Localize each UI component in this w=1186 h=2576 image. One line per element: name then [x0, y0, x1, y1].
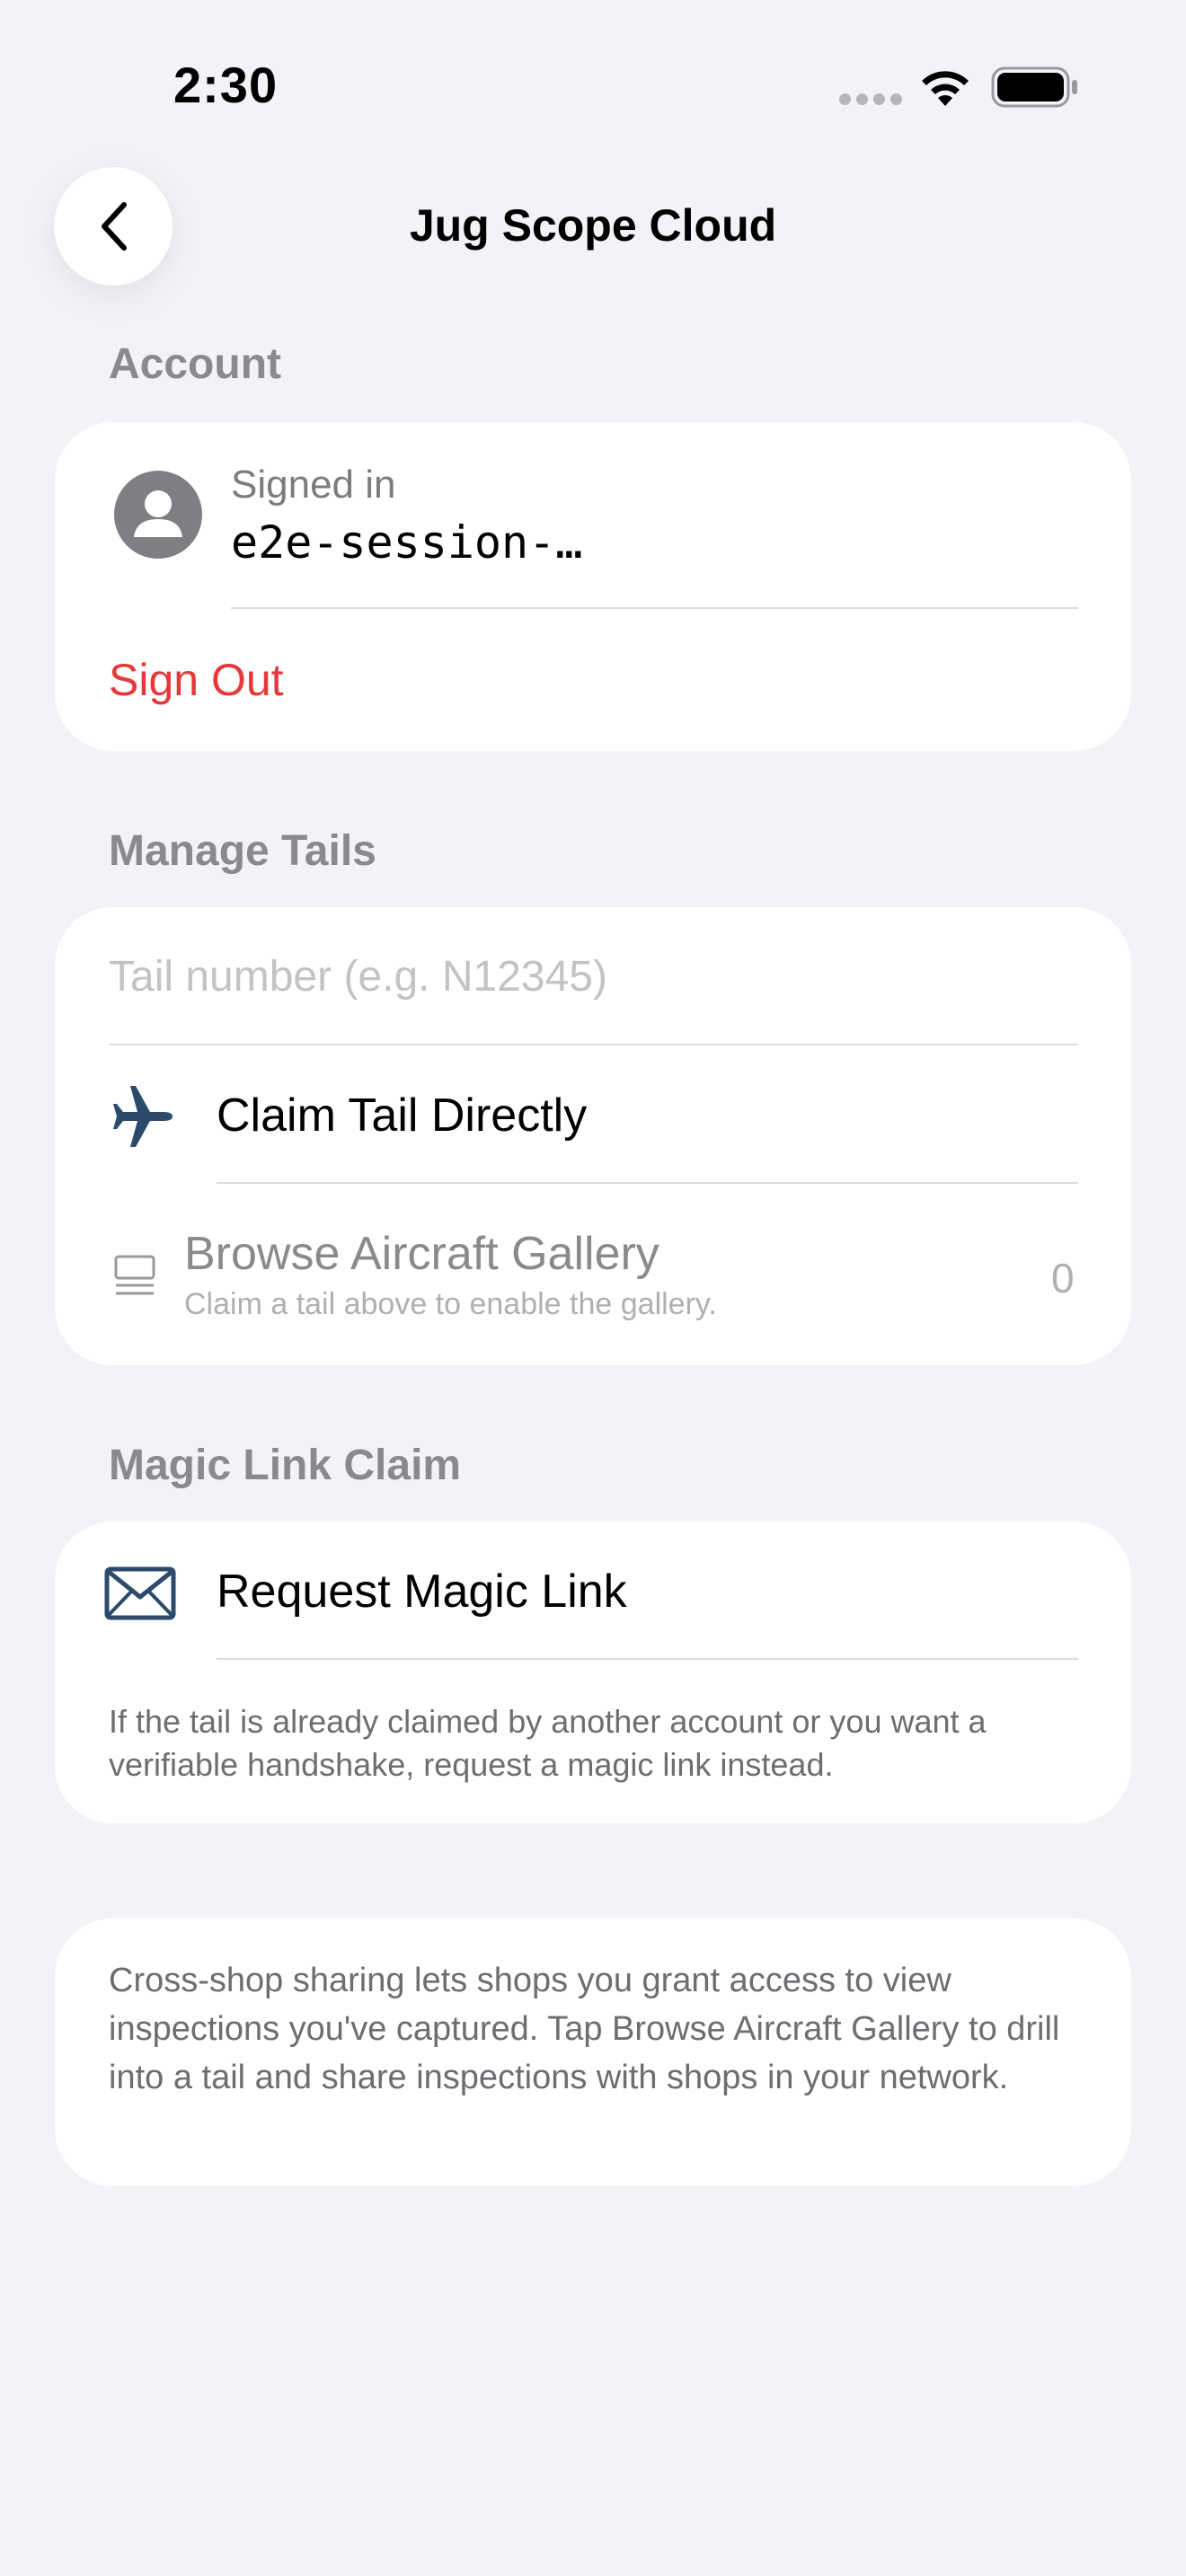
divider	[217, 1182, 1078, 1184]
gallery-subtitle: Claim a tail above to enable the gallery…	[184, 1287, 717, 1321]
gallery-count-badge: 0	[1051, 1255, 1075, 1301]
tail-number-input[interactable]: Tail number (e.g. N12345)	[109, 952, 1079, 1001]
divider	[109, 1044, 1078, 1045]
battery-icon	[991, 66, 1079, 108]
sharing-info-text: Cross-shop sharing lets shops you grant …	[109, 1962, 1060, 2096]
divider	[217, 1658, 1078, 1660]
page-title: Jug Scope Cloud	[409, 200, 777, 251]
claim-tail-directly-button[interactable]: Claim Tail Directly	[217, 1089, 587, 1142]
manage-tails-section-header: Manage Tails	[109, 827, 376, 875]
magic-link-section-header: Magic Link Claim	[109, 1442, 462, 1489]
wifi-icon	[918, 65, 972, 108]
request-magic-link-button[interactable]: Request Magic Link	[217, 1565, 627, 1619]
session-id-value: e2e-session-…	[231, 516, 583, 569]
cellular-signal-icon	[839, 93, 902, 108]
airplane-icon	[108, 1085, 178, 1152]
sign-out-button[interactable]: Sign Out	[109, 654, 284, 706]
browse-aircraft-gallery-button[interactable]: Browse Aircraft Gallery	[184, 1227, 659, 1281]
status-time: 2:30	[173, 57, 279, 113]
person-circle-icon	[114, 471, 202, 559]
account-section-header: Account	[109, 340, 281, 388]
signed-in-label: Signed in	[231, 463, 396, 507]
divider	[231, 607, 1078, 609]
envelope-icon	[104, 1566, 176, 1625]
gallery-list-icon	[111, 1254, 158, 1303]
magic-link-note: If the tail is already claimed by anothe…	[109, 1703, 987, 1783]
